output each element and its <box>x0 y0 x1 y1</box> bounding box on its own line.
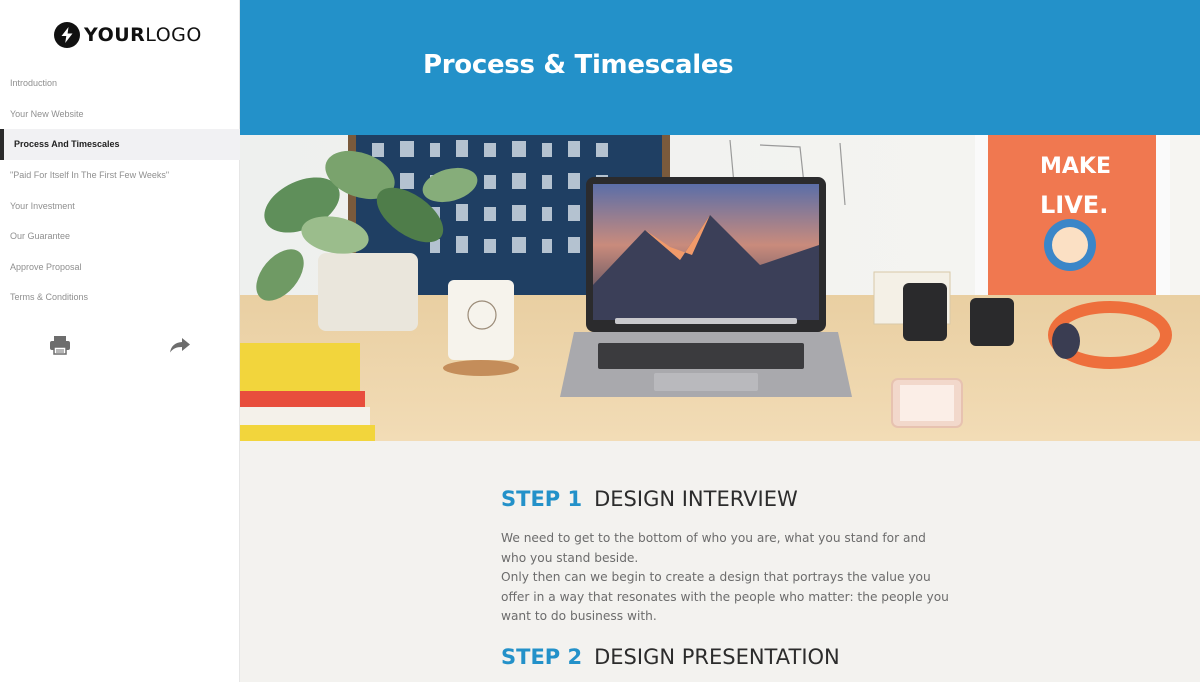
sidebar-item-your-new-website[interactable]: Your New Website <box>0 99 240 130</box>
logo[interactable]: YOURLOGO <box>54 21 202 49</box>
sidebar-item-label: Our Guarantee <box>10 231 71 242</box>
step-paragraph: We need to get to the bottom of who you … <box>501 531 926 565</box>
step-body: We need to get to the bottom of who you … <box>501 529 951 627</box>
step-heading: STEP 2 DESIGN PRESENTATION <box>501 645 951 669</box>
share-arrow-icon <box>170 338 190 353</box>
step-1: STEP 1 DESIGN INTERVIEW We need to get t… <box>501 487 951 627</box>
step-2: STEP 2 DESIGN PRESENTATION <box>501 645 951 669</box>
sidebar-item-label: Approve Proposal <box>10 261 82 272</box>
step-number: STEP 2 <box>501 644 583 669</box>
step-paragraph: Only then can we begin to create a desig… <box>501 570 949 623</box>
sidebar-item-label: Your Investment <box>10 200 75 211</box>
sidebar-item-terms-and-conditions[interactable]: Terms & Conditions <box>0 282 240 313</box>
printer-icon <box>50 336 70 355</box>
sidebar-item-label: "Paid For Itself In The First Few Weeks" <box>10 170 170 181</box>
sidebar-item-introduction[interactable]: Introduction <box>0 68 240 99</box>
step-heading: STEP 1 DESIGN INTERVIEW <box>501 487 951 511</box>
sidebar-item-your-investment[interactable]: Your Investment <box>0 190 240 221</box>
sidebar-item-our-guarantee[interactable]: Our Guarantee <box>0 221 240 252</box>
page-title: Process & Timescales <box>423 50 734 80</box>
page-header: Process & Timescales <box>240 0 1200 135</box>
sidebar-item-label: Terms & Conditions <box>10 292 89 303</box>
sidebar-item-label: Your New Website <box>10 108 84 119</box>
step-title: DESIGN INTERVIEW <box>594 487 798 511</box>
sidebar-item-approve-proposal[interactable]: Approve Proposal <box>0 252 240 283</box>
sidebar-item-label: Process And Timescales <box>14 139 120 150</box>
print-button[interactable] <box>48 334 72 356</box>
step-number: STEP 1 <box>501 487 583 511</box>
step-title: DESIGN PRESENTATION <box>594 644 840 669</box>
sidebar-item-process-and-timescales[interactable]: Process And Timescales <box>0 129 240 160</box>
sidebar-item-paid-for-itself[interactable]: "Paid For Itself In The First Few Weeks" <box>0 160 240 191</box>
steps-section: STEP 1 DESIGN INTERVIEW We need to get t… <box>501 487 951 669</box>
share-button[interactable] <box>168 334 192 356</box>
sidebar-nav: Introduction Your New Website Process An… <box>0 68 240 313</box>
sidebar: YOURLOGO Introduction Your New Website P… <box>0 0 240 682</box>
sidebar-item-label: Introduction <box>10 78 58 89</box>
hero-image: MAKE LIVE. <box>240 135 1200 441</box>
svg-text:MAKE: MAKE <box>1040 154 1111 179</box>
sidebar-tools <box>0 334 240 356</box>
svg-text:LIVE.: LIVE. <box>1040 191 1108 219</box>
lightning-icon <box>54 22 80 48</box>
logo-text: YOURLOGO <box>84 24 202 46</box>
